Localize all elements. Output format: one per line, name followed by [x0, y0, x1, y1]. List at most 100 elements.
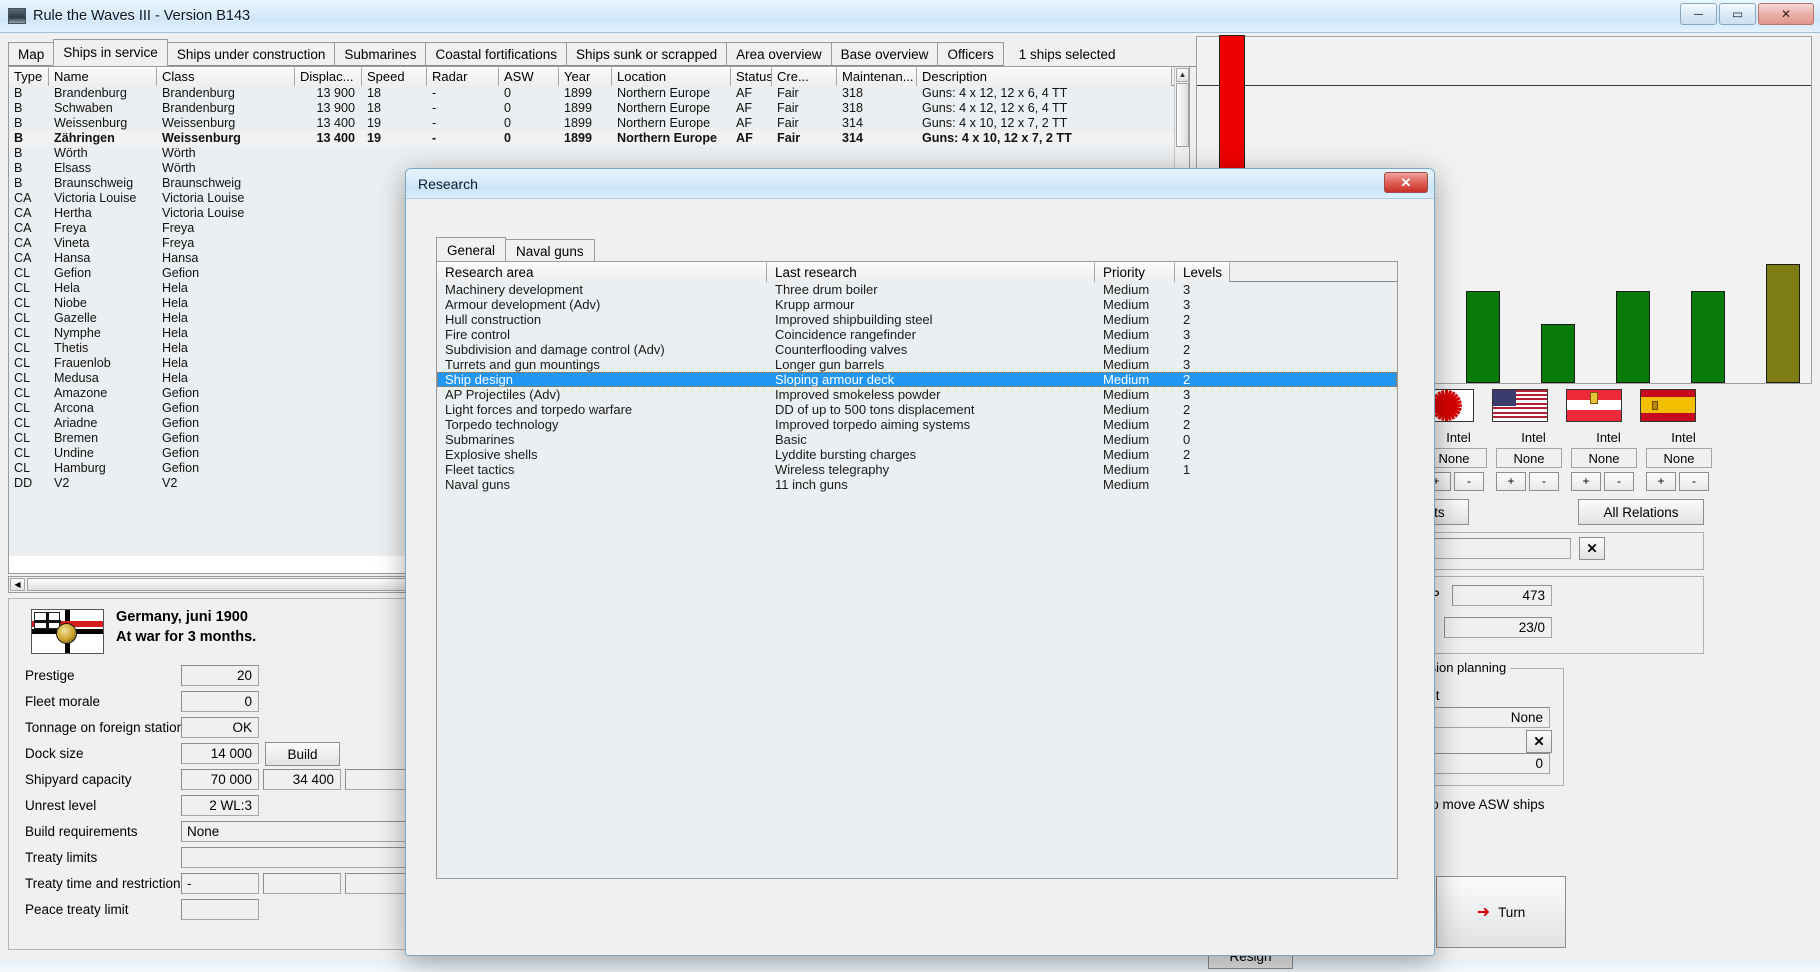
- tab-submarines[interactable]: Submarines: [334, 42, 427, 66]
- research-dialog-body: General Naval guns Research area Last res…: [406, 199, 1434, 955]
- scroll-thumb[interactable]: [1176, 83, 1189, 147]
- research-table-row[interactable]: Hull construction Improved shipbuilding s…: [437, 312, 1397, 327]
- ships-cell-crew: [772, 146, 837, 161]
- clear-build-submarines-button[interactable]: ✕: [1579, 537, 1605, 560]
- research-cell-last: Improved smokeless powder: [775, 387, 941, 402]
- intel-increase-button[interactable]: +: [1496, 472, 1526, 491]
- ships-table-row[interactable]: B Zähringen Weissenburg 13 400 19 - 0 1899 North…: [9, 131, 1189, 146]
- intel-decrease-button[interactable]: -: [1679, 472, 1709, 491]
- ships-table-row[interactable]: B Wörth Wörth: [9, 146, 1189, 161]
- research-table-row[interactable]: Light forces and torpedo warfare DD of up…: [437, 402, 1397, 417]
- ships-cell-radar: -: [432, 86, 437, 100]
- research-cell-area: Turrets and gun mountings: [445, 357, 600, 372]
- ships-cell-speed: 18: [367, 86, 382, 100]
- research-table-row[interactable]: Armour development (Adv) Krupp armour Medi…: [437, 297, 1397, 312]
- minimize-button[interactable]: ─: [1680, 3, 1717, 25]
- label-treaty-limits: Treaty limits: [25, 850, 98, 865]
- ships-cell-type: CL: [14, 311, 31, 325]
- tab-ships-in-service[interactable]: Ships in service: [53, 39, 168, 66]
- ships-col-header[interactable]: Type: [9, 67, 49, 86]
- intel-label: Intel: [1596, 430, 1621, 445]
- label-tonnage-foreign-stations: Tonnage on foreign stations: [25, 720, 191, 735]
- close-button[interactable]: ✕: [1758, 3, 1814, 25]
- research-table-row[interactable]: Machinery development Three drum boiler Me…: [437, 282, 1397, 297]
- ships-col-header[interactable]: Name: [49, 67, 157, 86]
- research-table-row[interactable]: Subdivision and damage control (Adv) Coun…: [437, 342, 1397, 357]
- ships-col-header[interactable]: Displac...: [295, 67, 362, 86]
- intel-decrease-button[interactable]: -: [1529, 472, 1559, 491]
- tab-base-overview[interactable]: Base overview: [830, 42, 939, 66]
- ships-cell-class: V2: [162, 476, 178, 490]
- ships-cell-desc: Guns: 4 x 12, 12 x 6, 4 TT: [922, 101, 1068, 115]
- tab-ships-under-construction[interactable]: Ships under construction: [166, 42, 336, 66]
- ships-cell-type: B: [14, 161, 23, 175]
- value-shipyard-capacity: 70 000: [181, 769, 259, 790]
- research-cell-levels: 2: [1183, 372, 1191, 387]
- research-col-header[interactable]: Last research: [767, 262, 1095, 282]
- ships-col-header[interactable]: Description: [917, 67, 1172, 86]
- research-table-row[interactable]: Explosive shells Lyddite bursting charges…: [437, 447, 1397, 462]
- ships-table-row[interactable]: B Weissenburg Weissenburg 13 400 19 - 0 1899 Nor…: [9, 116, 1189, 131]
- ships-col-header[interactable]: Radar: [427, 67, 499, 86]
- tab-map[interactable]: Map: [8, 42, 55, 66]
- research-table-row[interactable]: Torpedo technology Improved torpedo aimin…: [437, 417, 1397, 432]
- ships-col-header[interactable]: Maintenan...: [837, 67, 917, 86]
- intel-decrease-button[interactable]: -: [1604, 472, 1634, 491]
- austria-hungary-flag-icon[interactable]: [1566, 388, 1622, 422]
- research-table-row[interactable]: Fire control Coincidence rangefinder Mediu…: [437, 327, 1397, 342]
- ships-cell-name: Frauenlob: [54, 356, 111, 370]
- tab-coastal-fortifications[interactable]: Coastal fortifications: [425, 42, 568, 66]
- research-table-row[interactable]: Turrets and gun mountings Longer gun barr…: [437, 357, 1397, 372]
- spain-flag-icon[interactable]: [1640, 388, 1696, 422]
- research-col-header[interactable]: Research area: [437, 262, 767, 282]
- research-table-row[interactable]: AP Projectiles (Adv) Improved smokeless p…: [437, 387, 1397, 402]
- usa-flag-icon[interactable]: [1492, 388, 1548, 422]
- research-col-header[interactable]: Priority: [1095, 262, 1175, 282]
- research-table-body[interactable]: Machinery development Three drum boiler Me…: [437, 282, 1397, 492]
- tab-general[interactable]: General: [436, 237, 507, 262]
- ships-col-header[interactable]: Status: [731, 67, 772, 86]
- build-button[interactable]: Build: [265, 742, 340, 766]
- tab-area-overview[interactable]: Area overview: [726, 42, 832, 66]
- ships-col-header[interactable]: Location: [612, 67, 731, 86]
- ships-table-row[interactable]: B Schwaben Brandenburg 13 900 18 - 0 1899 Northe…: [9, 101, 1189, 116]
- intel-increase-button[interactable]: +: [1646, 472, 1676, 491]
- tab-officers[interactable]: Officers: [937, 42, 1004, 66]
- research-col-header[interactable]: Levels: [1175, 262, 1230, 282]
- research-dialog-close-button[interactable]: ✕: [1384, 172, 1428, 193]
- intel-increase-button[interactable]: +: [1571, 472, 1601, 491]
- tab-naval-guns[interactable]: Naval guns: [505, 239, 595, 262]
- ships-cell-class: Hela: [162, 281, 188, 295]
- ships-col-header[interactable]: Cre...: [772, 67, 837, 86]
- ships-cell-type: CL: [14, 446, 31, 460]
- research-cell-levels: 2: [1183, 342, 1191, 357]
- scroll-left-arrow-icon[interactable]: ◀: [10, 578, 25, 591]
- all-relations-button[interactable]: All Relations: [1578, 499, 1704, 525]
- intel-decrease-button[interactable]: -: [1454, 472, 1484, 491]
- scroll-up-arrow-icon[interactable]: ▲: [1176, 68, 1189, 82]
- research-cell-last: Sloping armour deck: [775, 372, 895, 387]
- research-table-row[interactable]: Ship design Sloping armour deck Medium 2: [437, 372, 1397, 387]
- research-cell-area: Subdivision and damage control (Adv): [445, 342, 665, 357]
- turn-button[interactable]: ➜ Turn: [1436, 876, 1566, 948]
- ships-col-header[interactable]: Class: [157, 67, 295, 86]
- tab-ships-sunk-or-scrapped[interactable]: Ships sunk or scrapped: [566, 42, 728, 66]
- maximize-button[interactable]: ▭: [1719, 3, 1756, 25]
- ships-col-header[interactable]: ASW: [499, 67, 559, 86]
- research-table-row[interactable]: Submarines Basic Medium 0: [437, 432, 1397, 447]
- intel-adjust-pair: +-: [1496, 472, 1571, 491]
- ships-cell-radar: [427, 146, 499, 161]
- value-dock-size: 14 000: [181, 743, 259, 764]
- ships-table-row[interactable]: B Brandenburg Brandenburg 13 900 18 - 0 1899 Nor…: [9, 86, 1189, 101]
- research-cell-last: DD of up to 500 tons displacement: [775, 402, 975, 417]
- label-build-requirements: Build requirements: [25, 824, 138, 839]
- research-table-row[interactable]: Naval guns 11 inch guns Medium: [437, 477, 1397, 492]
- ships-cell-class: Gefion: [162, 386, 200, 400]
- ships-cell-class: Gefion: [162, 431, 200, 445]
- research-cell-levels: 2: [1183, 417, 1191, 432]
- ships-col-header[interactable]: Year: [559, 67, 612, 86]
- enemy-vp-value: 473: [1452, 585, 1552, 606]
- clear-invasion-target-button[interactable]: ✕: [1526, 730, 1552, 753]
- ships-col-header[interactable]: Speed: [362, 67, 427, 86]
- research-table-row[interactable]: Fleet tactics Wireless telegraphy Medium 1: [437, 462, 1397, 477]
